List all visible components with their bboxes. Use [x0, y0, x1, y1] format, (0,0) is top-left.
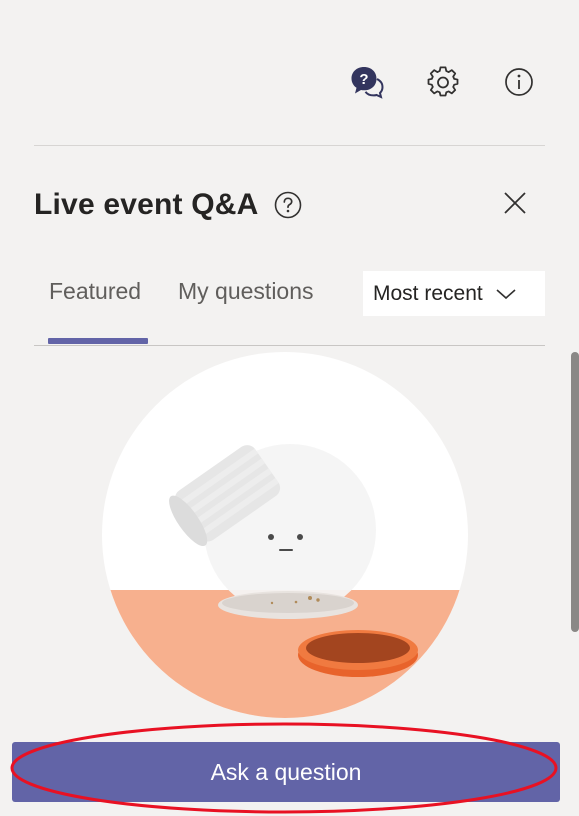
tabs-divider — [34, 345, 545, 346]
title-row: Live event Q&A — [34, 180, 303, 230]
tab-my-questions[interactable]: My questions — [178, 278, 314, 305]
qa-chat-icon[interactable]: ? — [347, 62, 387, 102]
sort-selected-label: Most recent — [373, 281, 483, 305]
chevron-down-icon — [495, 287, 517, 301]
top-toolbar: ? — [347, 62, 539, 102]
gear-icon[interactable] — [423, 62, 463, 102]
empty-jar-illustration — [100, 350, 470, 720]
scrollbar-thumb[interactable] — [571, 352, 579, 632]
ask-question-button[interactable]: Ask a question — [12, 742, 560, 802]
help-circle-icon[interactable] — [273, 190, 303, 220]
header-divider — [34, 145, 545, 146]
tab-featured[interactable]: Featured — [49, 278, 141, 305]
close-icon — [504, 192, 526, 214]
qa-panel: ? Live event Q&A Featured My questions M… — [0, 0, 579, 816]
tab-selected-indicator — [48, 338, 148, 344]
svg-text:?: ? — [359, 71, 368, 88]
sort-dropdown[interactable]: Most recent — [363, 271, 545, 316]
page-title: Live event Q&A — [34, 188, 259, 221]
info-icon[interactable] — [499, 62, 539, 102]
close-button[interactable] — [497, 185, 533, 221]
